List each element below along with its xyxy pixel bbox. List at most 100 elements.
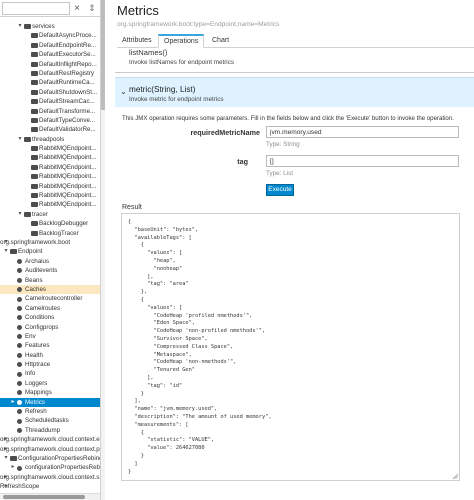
- tree-node[interactable]: ▾ org.springframework.boot: [0, 238, 100, 247]
- folder-icon: [31, 99, 38, 105]
- tree-node[interactable]: Caches: [0, 284, 100, 295]
- chevron-right-icon[interactable]: ▸: [10, 398, 16, 407]
- chevron-down-icon[interactable]: ▾: [3, 454, 9, 463]
- tree-node-label: RabbitMQEndpoint...: [39, 163, 97, 171]
- tree-node-label: DefaultTypeConve...: [39, 116, 96, 124]
- tree-node[interactable]: DefaultShutdownSt...: [0, 88, 100, 97]
- folder-icon: [31, 221, 38, 227]
- chevron-down-icon[interactable]: ⌄: [120, 87, 127, 96]
- mbean-icon: [17, 390, 22, 396]
- chevron-down-icon[interactable]: ▾: [17, 210, 23, 219]
- tree-node[interactable]: DefaultTransforme...: [0, 107, 100, 116]
- tree-node[interactable]: RabbitMQEndpoint...: [0, 200, 100, 209]
- tree-node[interactable]: RabbitMQEndpoint...: [0, 144, 100, 153]
- tree-node[interactable]: RabbitMQEndpoint...: [0, 172, 100, 181]
- mbean-icon: [17, 296, 22, 302]
- tree-node[interactable]: Configprops: [0, 323, 100, 332]
- result-textarea[interactable]: { "baseUnit": "bytes", "availableTags": …: [121, 213, 460, 481]
- chevron-right-icon[interactable]: ▸: [10, 463, 16, 472]
- tree-node[interactable]: DefaultRuntimeCa...: [0, 78, 100, 87]
- tree-node[interactable]: DefaultInflightRepo...: [0, 60, 100, 69]
- requiredmetricname-input[interactable]: [266, 126, 459, 138]
- folder-icon: [24, 211, 31, 217]
- tree-node[interactable]: Mappings: [0, 388, 100, 397]
- expand-collapse-icon[interactable]: ⇕: [86, 3, 98, 14]
- tree-node[interactable]: Httptrace: [0, 360, 100, 369]
- tree-node[interactable]: DefaultAsyncProce...: [0, 31, 100, 40]
- tree-node[interactable]: ▸ configurationPropertiesRebin...: [0, 463, 100, 472]
- tree-node[interactable]: Features: [0, 341, 100, 350]
- tree-node[interactable]: ▸ org.springframework.cloud.context.e...: [0, 435, 100, 444]
- chevron-down-icon[interactable]: ▾: [17, 22, 23, 31]
- operation-instructions: This JMX operation requires some paramet…: [122, 115, 454, 122]
- tree-node[interactable]: Archaius: [0, 257, 100, 266]
- tree-horizontal-scrollbar[interactable]: [0, 493, 100, 500]
- tree-node-label: Info: [25, 370, 36, 378]
- tree-node[interactable]: Camelroutes: [0, 304, 100, 313]
- mbean-icon: [17, 287, 22, 293]
- tree-node-label: Mappings: [25, 389, 52, 397]
- tree-node-label: Threaddump: [25, 426, 61, 434]
- tree-node[interactable]: DefaultValidatorRe...: [0, 125, 100, 134]
- tree-node[interactable]: DefaultTypeConve...: [0, 116, 100, 125]
- folder-icon: [31, 146, 38, 152]
- tree-node[interactable]: ▸ RefreshScope: [0, 482, 100, 491]
- mbean-icon: [17, 324, 22, 330]
- resize-grip-icon[interactable]: [452, 473, 458, 479]
- tree-node-label: Camelroutes: [25, 304, 61, 312]
- tree-node-label: Camelroutecontroller: [25, 295, 83, 303]
- tree-node[interactable]: RabbitMQEndpoint...: [0, 153, 100, 162]
- mbean-icon: [17, 371, 22, 377]
- tag-input[interactable]: [266, 155, 459, 167]
- tree-node[interactable]: Health: [0, 351, 100, 360]
- tree-node[interactable]: Beans: [0, 276, 100, 285]
- execute-button[interactable]: Execute: [266, 184, 294, 196]
- tree-node-label: DefaultEndpointRe...: [39, 41, 97, 49]
- tab-attributes[interactable]: Attributes: [117, 34, 157, 48]
- operation-metric-panel: ⌄ metric(String, List) Invoke metric for…: [115, 72, 474, 107]
- tree-node[interactable]: ▸ org.springframework.cloud.context.p...: [0, 445, 101, 454]
- tree-node[interactable]: Conditions: [0, 313, 100, 322]
- tree-node[interactable]: Auditevents: [0, 266, 100, 275]
- tree-node[interactable]: RabbitMQEndpoint...: [0, 191, 100, 200]
- tree-node[interactable]: ▾ threadpools: [0, 135, 100, 144]
- tree-node[interactable]: Env: [0, 332, 100, 341]
- tree-node[interactable]: Info: [0, 369, 100, 378]
- operation-metric-header[interactable]: ⌄ metric(String, List) Invoke metric for…: [115, 77, 474, 107]
- tab-operations[interactable]: Operations: [158, 34, 205, 48]
- tree-node[interactable]: DefaultExecutorSe...: [0, 50, 100, 59]
- tab-chart[interactable]: Chart: [207, 34, 234, 48]
- tree-node-label: org.springframework.cloud.context.p...: [0, 445, 101, 453]
- tree-node[interactable]: ▸ org.springframework.cloud.context.s...: [0, 473, 100, 482]
- chevron-down-icon[interactable]: ▾: [17, 135, 23, 144]
- tree-node[interactable]: Scheduledtasks: [0, 416, 100, 425]
- tree-node[interactable]: DefaultStreamCac...: [0, 97, 100, 106]
- folder-icon: [31, 230, 38, 236]
- tree-node-label: Loggers: [25, 379, 48, 387]
- tree-node[interactable]: DefaultRestRegistry: [0, 69, 100, 78]
- tree-node[interactable]: Camelroutecontroller: [0, 294, 100, 303]
- operation-listnames[interactable]: listNames() Invoke listNames for endpoin…: [117, 49, 474, 73]
- tree-node[interactable]: RabbitMQEndpoint...: [0, 163, 100, 172]
- mbean-icon: [17, 305, 22, 311]
- chevron-down-icon[interactable]: ▾: [3, 247, 9, 256]
- tree-node[interactable]: DefaultEndpointRe...: [0, 41, 100, 50]
- tree-node[interactable]: Loggers: [0, 379, 100, 388]
- tree-node[interactable]: Refresh: [0, 407, 100, 416]
- jmx-tree-panel: × ⇕ ▾ services DefaultAsyncProce... Default…: [0, 0, 101, 500]
- mbean-object-name: org.springframework.boot:type=Endpoint,n…: [117, 21, 280, 28]
- tree-node[interactable]: ▸ Metrics: [0, 397, 100, 408]
- tree-node[interactable]: Threaddump: [0, 426, 100, 435]
- tree-node[interactable]: ▾ services: [0, 22, 100, 31]
- tree-node[interactable]: ▾ ConfigurationPropertiesRebinder: [0, 454, 100, 463]
- tree-node[interactable]: ▾ Endpoint: [0, 247, 100, 256]
- tree-node[interactable]: BacklogDebugger: [0, 219, 100, 228]
- tree-search-input[interactable]: [2, 2, 70, 15]
- tree-node-label: Auditevents: [25, 267, 58, 275]
- tree-node[interactable]: ▾ tracer: [0, 210, 100, 219]
- clear-search-icon[interactable]: ×: [72, 3, 82, 14]
- tree-vertical-scrollbar[interactable]: [101, 0, 105, 500]
- tree-node[interactable]: BacklogTracer: [0, 229, 100, 238]
- tree-node[interactable]: RabbitMQEndpoint...: [0, 182, 100, 191]
- tree-search-bar: × ⇕: [0, 0, 100, 17]
